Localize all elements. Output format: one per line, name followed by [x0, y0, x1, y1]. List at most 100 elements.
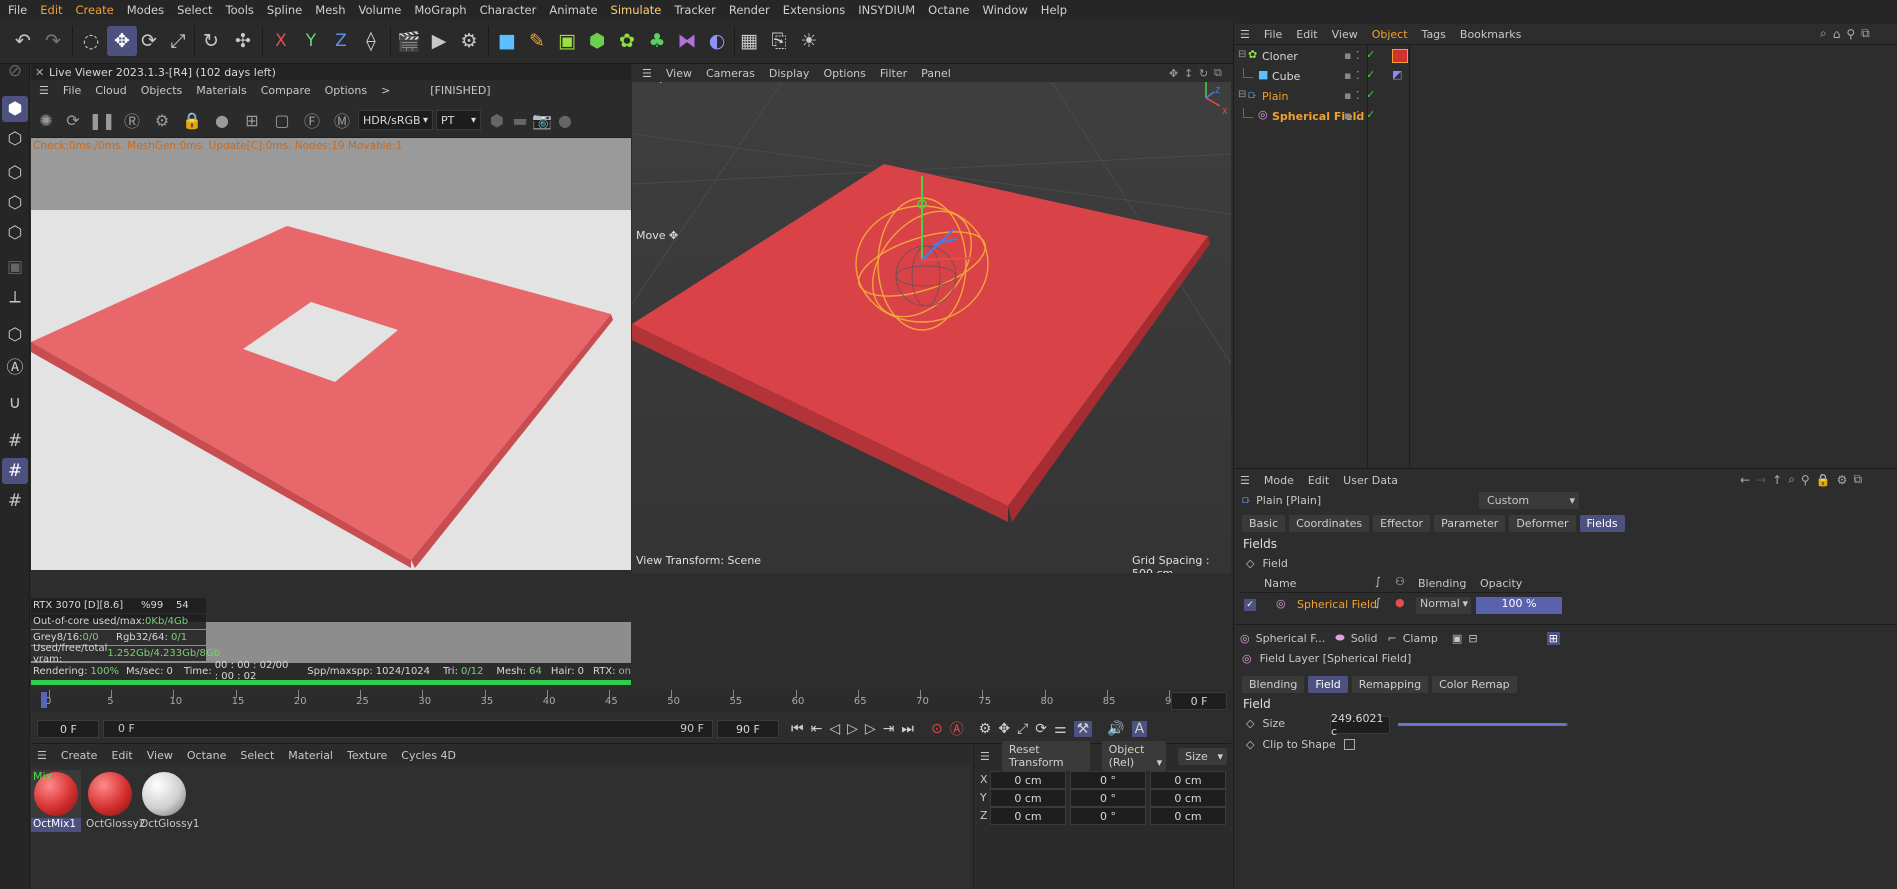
snapshot-camera-icon[interactable]: 📷 [531, 109, 553, 131]
start-frame-field[interactable]: 0 F [37, 720, 99, 738]
model-mode-icon[interactable]: ⬢ [2, 96, 28, 122]
circle-icon[interactable]: ● [554, 109, 576, 131]
tree-collapse-icon[interactable]: ⊟ [1238, 89, 1246, 100]
up-arrow-icon[interactable]: ↑ [1772, 473, 1782, 487]
clay-mode-icon[interactable]: ▢ [271, 109, 293, 131]
dolly-icon[interactable]: ↕ [1184, 67, 1193, 80]
reset-icon[interactable]: ↻ [196, 26, 226, 56]
layer-folder-icon[interactable]: ⊟ [1468, 632, 1477, 645]
snap-icon[interactable]: ∪ [2, 390, 28, 416]
solo-mode-icon[interactable]: Ⓐ [2, 352, 28, 378]
layer-color-icon[interactable]: ▪ [1344, 69, 1351, 82]
material-item[interactable]: OctGlossy2 [84, 770, 145, 832]
polygons-mode-icon[interactable]: ⬡ [2, 220, 28, 246]
mat-menu-cycles[interactable]: Cycles 4D [401, 749, 456, 762]
render-settings-icon[interactable]: ⚙ [454, 26, 484, 56]
coord-size-z[interactable]: 0 cm [1150, 807, 1226, 825]
camera-icon[interactable]: ⎘ [764, 26, 794, 56]
layer-option-icon[interactable]: ▣ [1452, 632, 1462, 645]
field-blend-select[interactable]: Normal ▾ [1416, 597, 1471, 614]
z-axis-button[interactable]: Z [326, 26, 356, 56]
object-row[interactable]: ◎ Spherical Field ▪ ⁚ ✓ [1234, 108, 1897, 126]
vp-menu-options[interactable]: Options [823, 67, 865, 80]
filter-icon[interactable]: ⚲ [1846, 27, 1855, 41]
frame-range-slider[interactable]: 0 F 90 F [103, 720, 713, 738]
solid-label[interactable]: Solid [1351, 632, 1378, 645]
mat-menu-edit[interactable]: Edit [111, 749, 132, 762]
next-frame-icon[interactable]: ▷ [865, 721, 876, 737]
keyframe-settings-icon[interactable]: ⚙ [979, 721, 992, 737]
coord-position-z[interactable]: 0 cm [990, 807, 1066, 825]
live-select-icon[interactable]: ◌ [76, 26, 106, 56]
search-icon[interactable]: ⌕ [1820, 26, 1827, 41]
vp-menu-display[interactable]: Display [769, 67, 810, 80]
lv-menu-materials[interactable]: Materials [196, 84, 246, 97]
om-menu-edit[interactable]: Edit [1296, 28, 1317, 41]
visibility-dots-icon[interactable]: ⁚ [1356, 49, 1360, 62]
redo-icon[interactable]: ↷ [38, 26, 68, 56]
toggle-icon[interactable]: ⬬ [1335, 631, 1344, 645]
new-window-icon[interactable]: ⧉ [1853, 472, 1862, 487]
mat-menu-view[interactable]: View [147, 749, 173, 762]
axis-mode-icon[interactable]: ⟂ [2, 284, 28, 310]
attr-tab-effector[interactable]: Effector [1373, 514, 1431, 532]
autokey-icon[interactable]: Ⓐ [950, 719, 964, 739]
workplane-icon[interactable]: # [2, 428, 28, 454]
lv-menu-cloud[interactable]: Cloud [95, 84, 126, 97]
region-render-icon[interactable]: Ⓡ [121, 109, 143, 131]
go-to-start-icon[interactable]: ⏮ [791, 721, 804, 737]
menu-mesh[interactable]: Mesh [315, 3, 345, 17]
layer-color-icon[interactable]: ▪ [1344, 89, 1351, 102]
size-slider[interactable] [1398, 723, 1568, 726]
lv-menu-more[interactable]: > [381, 84, 390, 97]
cube-object-icon[interactable]: ■ [492, 26, 522, 56]
y-axis-button[interactable]: Y [296, 26, 326, 56]
orbit-icon[interactable]: ↻ [1199, 67, 1208, 80]
spline-pen-icon[interactable]: ✎ [522, 26, 552, 56]
settings-icon[interactable]: ⚙ [1837, 473, 1848, 487]
workplane-align-icon[interactable]: # [2, 488, 28, 514]
hamburger-icon[interactable]: ☰ [1240, 28, 1250, 41]
layer-tab-blending[interactable]: Blending [1242, 675, 1305, 693]
end-frame-field[interactable]: 90 F [717, 720, 779, 738]
menu-mograph[interactable]: MoGraph [414, 3, 466, 17]
vp-menu-cameras[interactable]: Cameras [706, 67, 755, 80]
field-icon[interactable]: ◐ [702, 26, 732, 56]
color-mode-select[interactable]: HDR/sRGB [358, 110, 433, 130]
coord-rotation-x[interactable]: 0 ° [1070, 771, 1146, 789]
hamburger-icon[interactable]: ☰ [39, 84, 49, 97]
mat-menu-octane[interactable]: Octane [187, 749, 227, 762]
menu-help[interactable]: Help [1041, 3, 1067, 17]
move-tool-icon[interactable]: ✥ [107, 26, 137, 56]
points-mode-icon[interactable]: ⬡ [2, 160, 28, 186]
menu-octane[interactable]: Octane [928, 3, 969, 17]
sound-icon[interactable]: 🔊 [1107, 721, 1124, 737]
menu-volume[interactable]: Volume [359, 3, 402, 17]
coord-position-y[interactable]: 0 cm [990, 789, 1066, 807]
film-icon[interactable]: Ⓕ [301, 109, 323, 131]
extrude-icon[interactable]: ⬢ [582, 26, 612, 56]
menu-animate[interactable]: Animate [549, 3, 597, 17]
play-icon[interactable]: ▷ [847, 721, 858, 737]
menu-tracker[interactable]: Tracker [674, 3, 716, 17]
attr-tab-coordinates[interactable]: Coordinates [1289, 514, 1370, 532]
mat-menu-texture[interactable]: Texture [347, 749, 387, 762]
render-view[interactable] [31, 210, 631, 570]
cloner-tool-icon[interactable]: ✿ [612, 26, 642, 56]
lv-menu-compare[interactable]: Compare [261, 84, 311, 97]
undo-icon[interactable]: ↶ [8, 26, 38, 56]
coord-position-x[interactable]: 0 cm [990, 771, 1066, 789]
light-icon[interactable]: ☀ [794, 26, 824, 56]
menu-select[interactable]: Select [177, 3, 212, 17]
hamburger-icon[interactable]: ☰ [1240, 474, 1250, 487]
menu-insydium[interactable]: INSYDIUM [858, 3, 915, 17]
rotate-tool-icon[interactable]: ⟳ [134, 26, 164, 56]
toggle-icon[interactable]: ▬ [509, 109, 531, 131]
hamburger-icon[interactable]: ☰ [37, 749, 47, 762]
key-rotation-icon[interactable]: ⟳ [1035, 721, 1047, 737]
vp-menu-panel[interactable]: Panel [921, 67, 951, 80]
current-frame-field[interactable]: 0 F [1171, 692, 1227, 710]
menu-extensions[interactable]: Extensions [783, 3, 845, 17]
clip-to-shape-checkbox[interactable] [1343, 739, 1355, 750]
tree-collapse-icon[interactable]: ⊟ [1238, 49, 1246, 60]
